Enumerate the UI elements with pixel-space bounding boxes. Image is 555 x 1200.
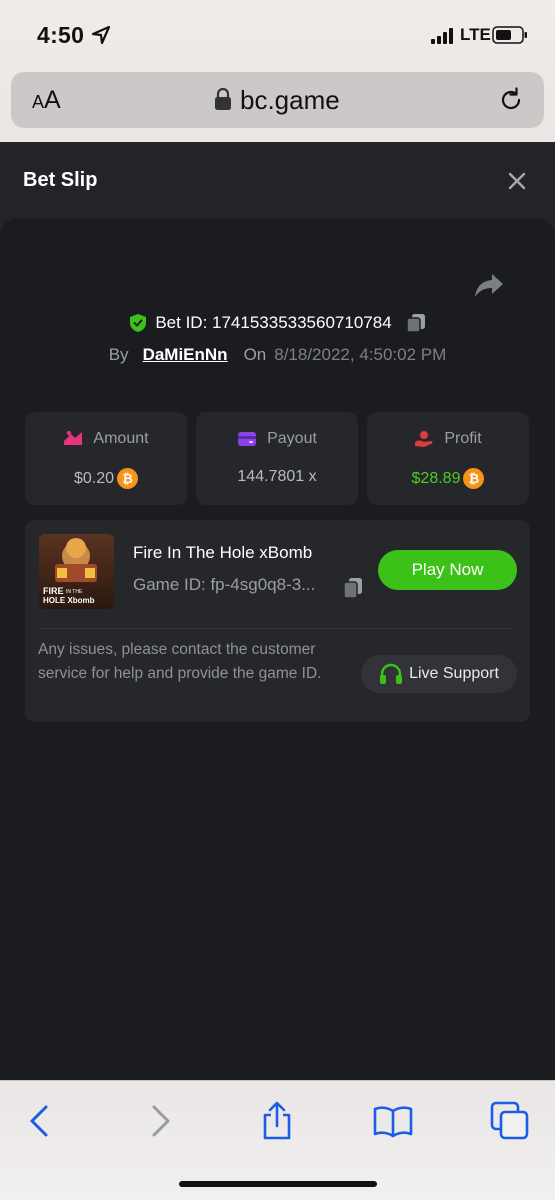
bitcoin-icon: ₿ [463,468,485,489]
tabs-icon[interactable] [490,1101,530,1141]
battery-icon [492,26,527,44]
bookmarks-icon[interactable] [373,1101,413,1141]
payout-value: 144.7801 x [237,468,317,485]
bet-slip-panel: Bet ID: 1741533533560710784 By DaMiEnNn … [0,218,555,1088]
game-card: FIRE IN THE HOLE Xbomb Fire In The Hole … [25,520,530,722]
browser-top-chrome: 4:50 LTE AA bc.game [0,0,555,142]
url-bar[interactable]: AA bc.game [11,72,544,128]
forward-icon[interactable] [140,1101,180,1141]
bet-slip-page: Bet Slip Bet ID: 1741533533560710784 By … [0,142,555,1088]
copy-icon[interactable] [343,577,363,599]
divider [39,628,516,629]
signal-icon [431,28,453,44]
game-id: Game ID: fp-4sg0q8-3... [133,575,316,594]
share-icon[interactable] [257,1101,297,1141]
bitcoin-icon: ₿ [117,468,139,489]
back-icon[interactable] [20,1101,60,1141]
copy-icon[interactable] [405,313,426,333]
bet-id-row: Bet ID: 1741533533560710784 [0,308,555,338]
thumb-title-small: IN THE [66,589,83,595]
lock-icon [215,87,231,110]
profit-value: $28.89 [411,469,461,487]
thumb-title-line2: HOLE Xbomb [43,596,95,605]
bet-meta-row: By DaMiEnNn On 8/18/2022, 4:50:02 PM [0,340,555,370]
profit-icon [415,431,433,447]
location-arrow-icon [91,25,111,45]
page-title: Bet Slip [23,169,98,191]
share-arrow-icon[interactable] [474,272,504,298]
play-now-button[interactable]: Play Now [378,550,517,590]
thumb-title-line1: FIRE [43,586,64,596]
username-link[interactable]: DaMiEnNn [143,345,228,365]
network-type: LTE [460,25,491,44]
game-thumbnail-art: FIRE IN THE HOLE Xbomb [39,534,114,609]
amount-card: Amount $0.20 ₿ [25,412,187,505]
headset-icon [380,663,403,684]
shield-check-icon [130,314,147,332]
by-label: By [108,345,129,364]
profit-card: Profit $28.89 ₿ [367,412,529,505]
wallet-icon [238,432,257,446]
on-label: On [243,345,267,364]
payout-label: Payout [267,430,317,447]
game-thumbnail[interactable]: FIRE IN THE HOLE Xbomb [39,534,114,609]
close-icon[interactable] [505,169,529,193]
profit-label: Profit [444,430,482,447]
amount-icon [64,431,83,445]
bet-id: Bet ID: 1741533533560710784 [155,313,392,332]
amount-label: Amount [93,430,149,447]
bet-datetime: 8/18/2022, 4:50:02 PM [274,345,447,364]
home-indicator [179,1181,377,1187]
reader-settings-button[interactable]: AA [32,86,61,115]
live-support-label: Live Support [409,665,499,682]
live-support-button[interactable]: Live Support [361,655,517,693]
amount-value: $0.20 [73,469,115,487]
support-note: Any issues, please contact the customer … [38,641,322,682]
payout-card: Payout 144.7801 x [196,412,358,505]
game-name[interactable]: Fire In The Hole xBomb [133,543,312,563]
reload-icon[interactable] [497,86,525,114]
url-domain[interactable]: bc.game [240,85,340,116]
status-time: 4:50 [37,22,85,48]
